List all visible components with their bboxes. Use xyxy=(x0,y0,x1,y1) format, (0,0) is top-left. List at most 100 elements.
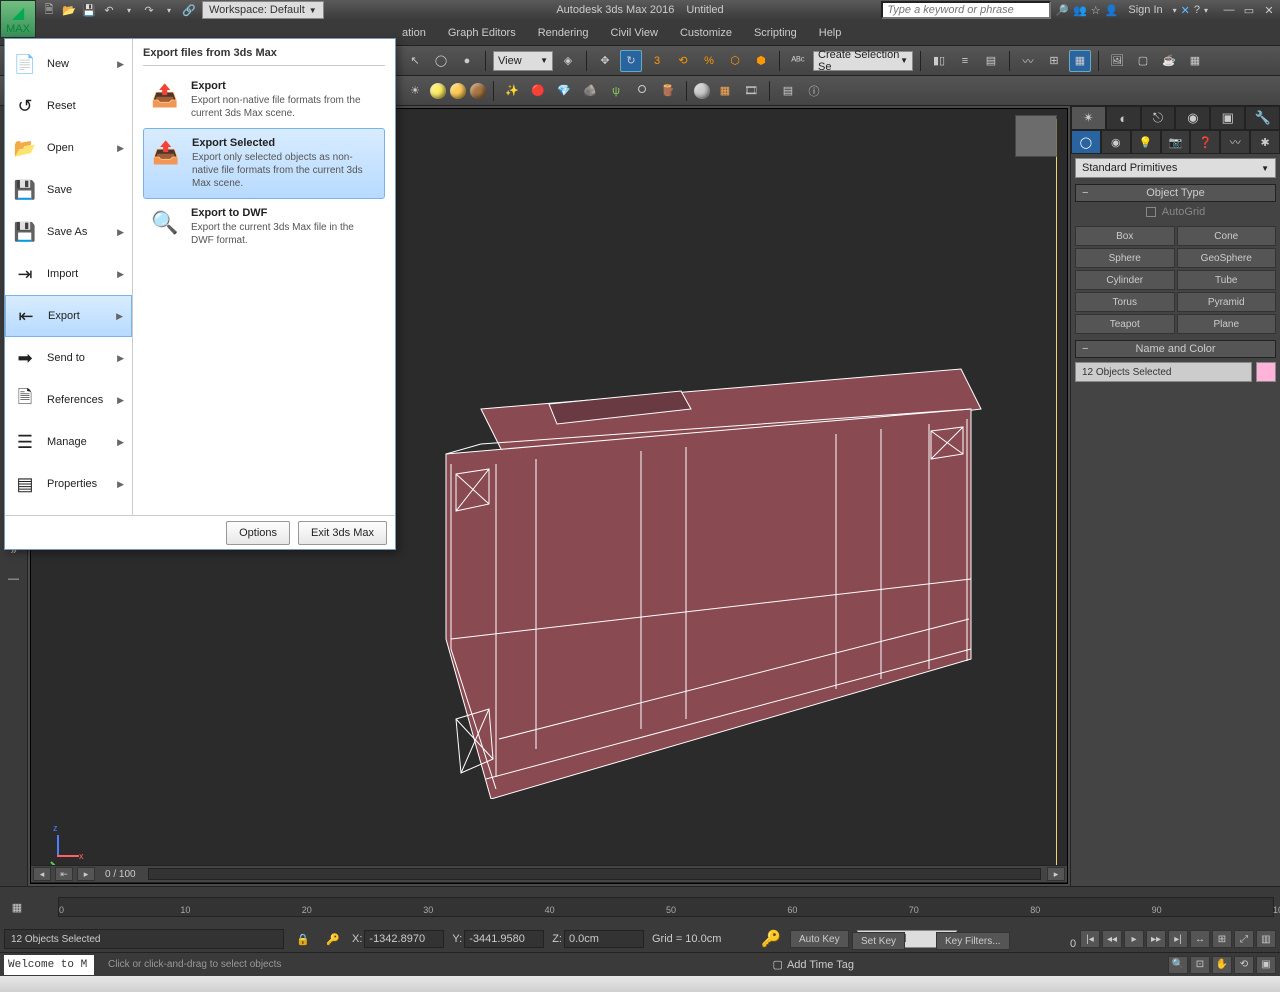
timeline-ruler[interactable]: 0102030405060708090100 xyxy=(58,897,1274,917)
scale-icon[interactable]: 3 xyxy=(646,50,668,72)
search-input[interactable] xyxy=(881,1,1051,19)
render-icon[interactable]: ☕ xyxy=(1158,50,1180,72)
export-option-export[interactable]: 📤ExportExport non-native file formats fr… xyxy=(143,72,385,128)
exit-button[interactable]: Exit 3ds Max xyxy=(298,521,387,545)
appmenu-item-new[interactable]: 📄New▶ xyxy=(5,43,132,85)
lasso-icon[interactable]: ◯ xyxy=(430,50,452,72)
tab-modify[interactable]: ◐ xyxy=(1106,106,1141,130)
time-config-icon[interactable]: ▦ xyxy=(6,896,28,918)
menu-item[interactable]: Rendering xyxy=(536,23,591,43)
snap-other-icon[interactable]: ⬢ xyxy=(750,50,772,72)
menu-item[interactable]: Scripting xyxy=(752,23,799,43)
subtab-geometry[interactable]: ◯ xyxy=(1071,130,1101,154)
next-frame-icon[interactable]: ▸▸ xyxy=(1146,930,1166,948)
color-swatch[interactable] xyxy=(1256,362,1276,382)
prim-box[interactable]: Box xyxy=(1075,226,1175,246)
light-icon[interactable]: ☀ xyxy=(404,80,426,102)
prim-cylinder[interactable]: Cylinder xyxy=(1075,270,1175,290)
viewcube[interactable] xyxy=(1015,115,1057,157)
scroll-inner-left-icon[interactable]: ⇤ xyxy=(55,867,73,881)
undo-drop-icon[interactable]: ▾ xyxy=(120,1,138,19)
export-option-export-to-dwf[interactable]: 🔍Export to DWFExport the current 3ds Max… xyxy=(143,199,385,255)
signin-button[interactable]: Sign In xyxy=(1122,4,1168,16)
prim-teapot[interactable]: Teapot xyxy=(1075,314,1175,334)
auto-key-button[interactable]: Auto Key xyxy=(790,930,849,948)
nav2-icon[interactable]: ⊞ xyxy=(1212,930,1232,948)
hf-icon[interactable]: ⭘ xyxy=(631,80,653,102)
subtab-cameras[interactable]: 📷 xyxy=(1161,130,1191,154)
appmenu-item-properties[interactable]: ▤Properties▶ xyxy=(5,463,132,505)
undo-icon[interactable]: ↶ xyxy=(100,1,118,19)
prim-geosphere[interactable]: GeoSphere xyxy=(1177,248,1277,268)
menu-item[interactable]: ation xyxy=(400,23,428,43)
set-key-button[interactable]: Set Key xyxy=(852,932,905,950)
asteroid-icon[interactable]: 🪨 xyxy=(579,80,601,102)
schematic-icon[interactable]: ⊞ xyxy=(1043,50,1065,72)
curve-editor-icon[interactable]: 〰 xyxy=(1017,50,1039,72)
tab-utilities[interactable]: 🔧 xyxy=(1245,106,1280,130)
appmenu-item-manage[interactable]: ☰Manage▶ xyxy=(5,421,132,463)
redo-drop-icon[interactable]: ▾ xyxy=(160,1,178,19)
appmenu-item-send-to[interactable]: ➡Send to▶ xyxy=(5,337,132,379)
zoom-icon[interactable]: 🔍 xyxy=(1168,956,1188,974)
nav4-icon[interactable]: ▥ xyxy=(1256,930,1276,948)
options-button[interactable]: Options xyxy=(226,521,290,545)
wood-icon[interactable]: 🪵 xyxy=(657,80,679,102)
appmenu-item-save[interactable]: 💾Save xyxy=(5,169,132,211)
prim-torus[interactable]: Torus xyxy=(1075,292,1175,312)
snap-angle-icon[interactable]: ⟲ xyxy=(672,50,694,72)
render-frame-icon[interactable]: ▢ xyxy=(1132,50,1154,72)
appmenu-item-references[interactable]: 🗎References▶ xyxy=(5,379,132,421)
menu-item[interactable]: Graph Editors xyxy=(446,23,518,43)
prim-cone[interactable]: Cone xyxy=(1177,226,1277,246)
new-file-icon[interactable]: 🗎 xyxy=(40,1,58,19)
comm-center-icon[interactable]: 👥 xyxy=(1073,4,1087,17)
workspace-selector[interactable]: Workspace: Default ▼ xyxy=(202,1,324,19)
mirror-icon[interactable]: ▮▯ xyxy=(928,50,950,72)
key-icon[interactable]: 🔑 xyxy=(322,928,344,950)
prim-pyramid[interactable]: Pyramid xyxy=(1177,292,1277,312)
rollout-name-color[interactable]: −Name and Color xyxy=(1075,340,1276,358)
menu-item[interactable]: Civil View xyxy=(609,23,660,43)
redo-icon[interactable]: ↷ xyxy=(140,1,158,19)
scroll-track[interactable] xyxy=(148,868,1041,880)
orb-icon[interactable]: ● xyxy=(456,50,478,72)
nav1-icon[interactable]: ↔ xyxy=(1190,930,1210,948)
coord-z[interactable]: 0.0cm xyxy=(564,930,644,948)
coord-y[interactable]: -3441.9580 xyxy=(464,930,544,948)
nav3-icon[interactable]: ⤢ xyxy=(1234,930,1254,948)
favorite-icon[interactable]: ☆ xyxy=(1091,4,1101,17)
goto-end-icon[interactable]: ▸| xyxy=(1168,930,1188,948)
film-icon[interactable]: 🎞 xyxy=(740,80,762,102)
scroll-right-icon[interactable]: ▸ xyxy=(77,867,95,881)
material-editor-icon[interactable]: ▦ xyxy=(1069,50,1091,72)
tab-display[interactable]: ▣ xyxy=(1210,106,1245,130)
ball-icon[interactable]: 🔴 xyxy=(527,80,549,102)
exchange-icon[interactable]: ✕ xyxy=(1181,4,1190,17)
link-icon[interactable]: 🔗 xyxy=(180,1,198,19)
autogrid-check[interactable]: AutoGrid xyxy=(1071,202,1280,222)
chevron-down-icon[interactable]: ▾ xyxy=(1173,6,1177,15)
pin-icon[interactable]: — xyxy=(3,568,25,590)
gems-icon[interactable]: 💎 xyxy=(553,80,575,102)
menu-item[interactable]: Help xyxy=(817,23,844,43)
time-tag-button[interactable]: ▢Add Time Tag xyxy=(767,958,860,971)
align-icon[interactable]: ≡ xyxy=(954,50,976,72)
max-toggle-icon[interactable]: ▣ xyxy=(1256,956,1276,974)
grass-icon[interactable]: ψ xyxy=(605,80,627,102)
tab-create[interactable]: ✴ xyxy=(1071,106,1106,130)
subtab-lights[interactable]: 💡 xyxy=(1131,130,1161,154)
light-yellow-icon[interactable] xyxy=(430,83,446,99)
list-icon[interactable]: ▤ xyxy=(777,80,799,102)
coord-x[interactable]: -1342.8970 xyxy=(364,930,444,948)
fx-icon[interactable]: ✨ xyxy=(501,80,523,102)
primitive-type-dropdown[interactable]: Standard Primitives ▼ xyxy=(1075,158,1276,178)
search-icon[interactable]: 🔎 xyxy=(1055,4,1069,17)
snap-percent-icon[interactable]: % xyxy=(698,50,720,72)
info-icon[interactable]: ⓘ xyxy=(803,80,825,102)
snap-spin-icon[interactable]: ⬡ xyxy=(724,50,746,72)
subtab-shapes[interactable]: ◉ xyxy=(1101,130,1131,154)
named-sel-combo[interactable]: Create Selection Se▼ xyxy=(813,51,913,71)
select-icon[interactable]: ↖ xyxy=(404,50,426,72)
subtab-systems[interactable]: ✱ xyxy=(1250,130,1280,154)
